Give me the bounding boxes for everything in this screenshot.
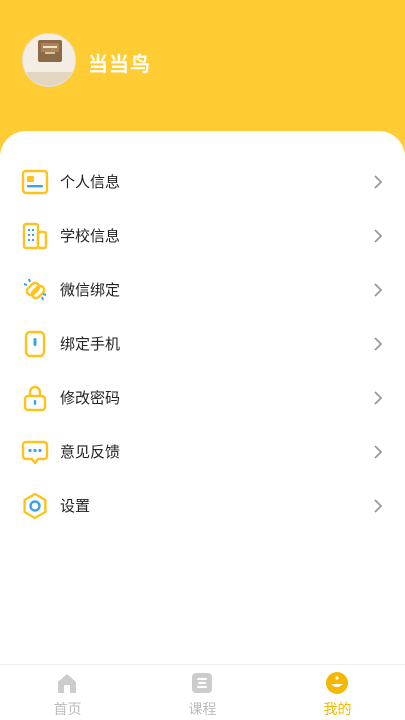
menu-item-wechat-binding[interactable]: 微信绑定 (0, 263, 405, 317)
menu-item-school-info[interactable]: 学校信息 (0, 209, 405, 263)
menu-item-change-password[interactable]: 修改密码 (0, 371, 405, 425)
profile-icon (326, 672, 348, 694)
tab-label: 课程 (188, 702, 217, 718)
menu-item-label: 设置 (60, 497, 91, 515)
gear-icon (23, 492, 47, 520)
course-list-icon (192, 673, 212, 693)
menu-item-label: 微信绑定 (60, 281, 121, 299)
menu-item-settings[interactable]: 设置 (0, 479, 405, 533)
phone-icon (24, 330, 46, 358)
username: 当当鸟 (88, 52, 151, 76)
chevron-right-icon (374, 499, 383, 513)
bottom-tab-bar: 首页 课程 我的 (0, 664, 405, 720)
menu-item-personal-info[interactable]: 个人信息 (0, 155, 405, 209)
menu-item-bind-phone[interactable]: 绑定手机 (0, 317, 405, 371)
chat-bubble-icon (21, 440, 49, 465)
tab-label: 首页 (53, 702, 82, 718)
id-card-icon (21, 169, 49, 195)
chevron-right-icon (374, 445, 383, 459)
home-icon (58, 674, 76, 693)
building-icon (22, 222, 48, 250)
avatar[interactable] (22, 33, 76, 87)
chevron-right-icon (374, 283, 383, 297)
chevron-right-icon (374, 229, 383, 243)
lock-icon (23, 385, 47, 412)
avatar-image (23, 34, 75, 86)
menu-item-feedback[interactable]: 意见反馈 (0, 425, 405, 479)
tab-home[interactable]: 首页 (0, 665, 135, 720)
menu-item-label: 修改密码 (60, 389, 121, 407)
tab-label: 我的 (323, 702, 352, 718)
chevron-right-icon (374, 175, 383, 189)
tab-course[interactable]: 课程 (135, 665, 270, 720)
tab-mine[interactable]: 我的 (270, 665, 405, 720)
menu-item-label: 学校信息 (60, 227, 121, 245)
chevron-right-icon (374, 337, 383, 351)
menu-card: 个人信息 学校信息 微信绑定 绑定手机 修改密码 意见反馈 设置 (0, 131, 405, 664)
menu-item-label: 意见反馈 (60, 443, 121, 461)
menu-item-label: 个人信息 (60, 173, 121, 191)
link-icon (23, 278, 47, 301)
chevron-right-icon (374, 391, 383, 405)
menu-item-label: 绑定手机 (60, 335, 121, 353)
